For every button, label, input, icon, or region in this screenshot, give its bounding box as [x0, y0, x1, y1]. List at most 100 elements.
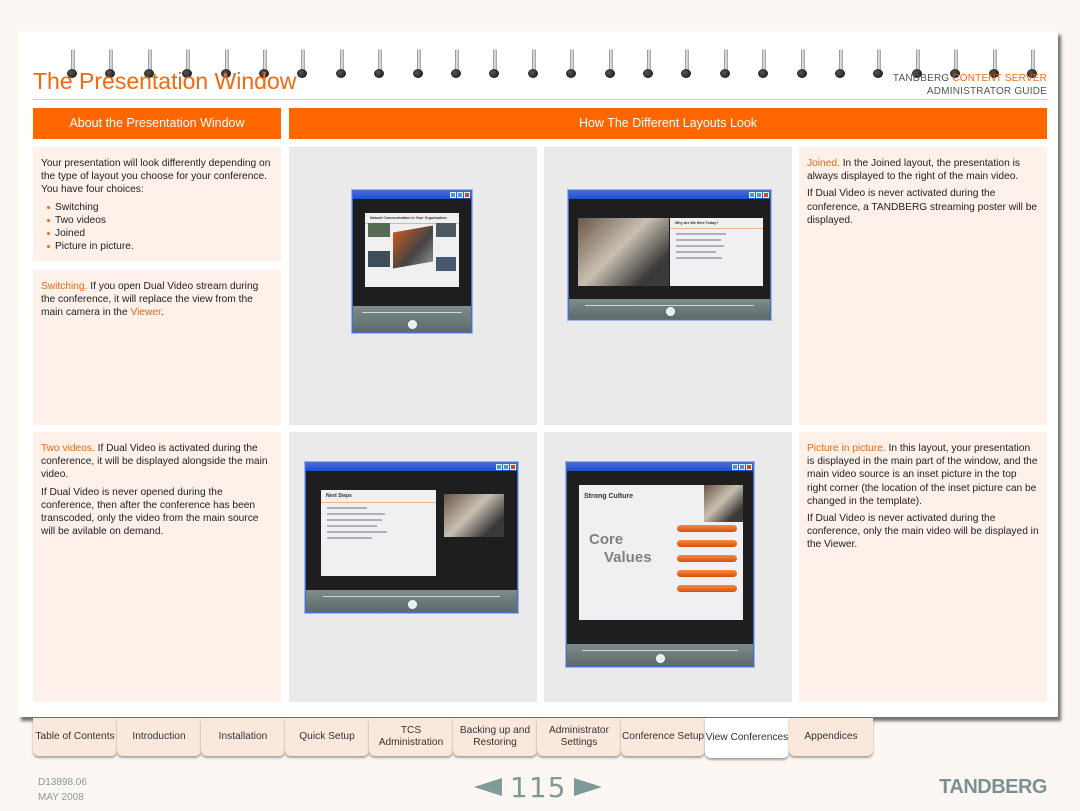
tab-backing-up-and-restoring[interactable]: Backing up and Restoring	[453, 718, 537, 756]
inset-video	[704, 485, 743, 522]
two-videos-panel: Two videos. If Dual Video is activated d…	[33, 432, 281, 702]
document-number: D13898.06	[38, 777, 87, 788]
pause-button[interactable]	[665, 307, 675, 316]
binding-ring-icon	[757, 45, 771, 81]
window-titlebar	[353, 191, 471, 199]
choice-item: Joined	[47, 227, 273, 240]
tab-table-of-contents[interactable]: Table of Contents	[33, 718, 117, 756]
binding-ring-icon	[373, 45, 387, 81]
pip-text: Picture in picture. In this layout, your…	[807, 442, 1039, 508]
slide-title: Next Steps	[321, 490, 436, 503]
tab-appendices[interactable]: Appendices	[789, 718, 873, 756]
window-titlebar	[569, 191, 770, 199]
pip-screenshot-frame: Strong Culture Core Values	[544, 432, 792, 702]
seek-bar[interactable]	[322, 596, 501, 597]
switching-text: Switching. If you open Dual Video stream…	[41, 280, 273, 320]
switching-term: Switching.	[41, 281, 88, 292]
slide-image: Natural Communication in Your Organisati…	[365, 213, 459, 287]
binding-ring-icon	[296, 45, 310, 81]
binding-ring-icon	[680, 45, 694, 81]
intro-text: Your presentation will look differently …	[41, 158, 271, 196]
joined-screenshot: Why Are We Here Today?	[568, 190, 771, 320]
pause-button[interactable]	[408, 320, 417, 329]
seek-bar[interactable]	[585, 305, 754, 306]
window-titlebar	[567, 463, 753, 471]
binding-ring-icon	[335, 45, 349, 81]
pip-panel: Picture in picture. In this layout, your…	[799, 432, 1047, 702]
guide-name: ADMINISTRATOR GUIDE	[926, 86, 1047, 97]
choice-item: Picture in picture.	[47, 240, 273, 253]
title-divider	[33, 99, 1047, 100]
switching-screenshot-frame: Natural Communication in Your Organisati…	[289, 147, 537, 425]
tab-administrator-settings[interactable]: Administrator Settings	[537, 718, 621, 756]
page-title: The Presentation Window	[33, 68, 297, 94]
binding-ring-icon	[450, 45, 464, 81]
pip-term: Picture in picture.	[807, 443, 886, 454]
joined-note: If Dual Video is never activated during …	[807, 188, 1038, 226]
pause-button[interactable]	[656, 654, 665, 663]
tab-conference-setup[interactable]: Conference Setup	[621, 718, 705, 756]
main-video	[578, 218, 669, 286]
tandberg-logo: TANDBERG	[939, 776, 1047, 798]
joined-description: In the Joined layout, the presentation i…	[807, 158, 1020, 183]
tab-installation[interactable]: Installation	[201, 718, 285, 756]
two-videos-screenshot: Next Steps	[305, 462, 518, 613]
page-number: 115	[510, 770, 567, 804]
tab-view-conferences[interactable]: View Conferences	[705, 718, 789, 758]
slide-image: Strong Culture Core Values	[579, 485, 743, 620]
document-info: D13898.06 MAY 2008	[38, 775, 87, 805]
tab-tcs-administration[interactable]: TCS Administration	[369, 718, 453, 756]
player-controls	[569, 299, 770, 319]
switching-period: .	[160, 307, 164, 319]
tab-introduction[interactable]: Introduction	[117, 718, 201, 756]
choice-item: Switching	[47, 201, 273, 214]
intro-panel: Your presentation will look differently …	[33, 147, 281, 261]
binding-ring-icon	[719, 45, 733, 81]
slide-image: Next Steps	[321, 490, 436, 576]
tab-quick-setup[interactable]: Quick Setup	[285, 718, 369, 756]
player-controls	[567, 644, 753, 666]
binding-ring-icon	[796, 45, 810, 81]
slide-image: Why Are We Here Today?	[670, 218, 763, 286]
binding-ring-icon	[834, 45, 848, 81]
layout-choices-list: Switching Two videos Joined Picture in p…	[47, 201, 273, 254]
previous-page-arrow-icon[interactable]	[474, 778, 502, 796]
page-navigator: 115	[474, 770, 603, 804]
player-controls	[306, 590, 517, 612]
section-header-layouts: How The Different Layouts Look	[289, 108, 1047, 139]
joined-text: Joined. In the Joined layout, the presen…	[807, 157, 1039, 183]
joined-panel: Joined. In the Joined layout, the presen…	[799, 147, 1047, 425]
two-videos-screenshot-frame: Next Steps	[289, 432, 537, 702]
two-videos-text: Two videos. If Dual Video is activated d…	[41, 442, 273, 482]
switching-screenshot: Natural Communication in Your Organisati…	[352, 190, 472, 333]
seek-bar[interactable]	[581, 650, 739, 651]
binding-ring-icon	[565, 45, 579, 81]
core-text: Core	[589, 531, 624, 548]
binding-ring-icon	[642, 45, 656, 81]
play-button[interactable]	[407, 600, 417, 609]
joined-term: Joined.	[807, 158, 840, 169]
binding-ring-icon	[488, 45, 502, 81]
section-header-about: About the Presentation Window	[33, 108, 281, 139]
product-name: CONTENT SERVER	[952, 73, 1047, 84]
window-titlebar	[306, 463, 517, 471]
document-date: MAY 2008	[38, 792, 84, 803]
brand-name: TANDBERG	[892, 73, 953, 84]
dual-video	[444, 494, 504, 537]
seek-bar[interactable]	[362, 312, 462, 313]
viewer-link[interactable]: Viewer	[130, 307, 160, 318]
pip-note: If Dual Video is never activated during …	[807, 513, 1039, 551]
choice-item: Two videos	[47, 214, 273, 227]
two-videos-term: Two videos.	[41, 443, 95, 454]
brand-header: TANDBERG CONTENT SERVER ADMINISTRATOR GU…	[893, 72, 1047, 98]
binding-ring-icon	[872, 45, 886, 81]
next-page-arrow-icon[interactable]	[574, 778, 603, 796]
values-text: Values	[604, 549, 652, 566]
binding-ring-icon	[412, 45, 426, 81]
slide-title: Why Are We Here Today?	[670, 218, 763, 229]
joined-screenshot-frame: Why Are We Here Today?	[544, 147, 792, 425]
switching-panel: Switching. If you open Dual Video stream…	[33, 270, 281, 425]
player-controls	[353, 306, 471, 332]
binding-ring-icon	[604, 45, 618, 81]
binding-ring-icon	[527, 45, 541, 81]
